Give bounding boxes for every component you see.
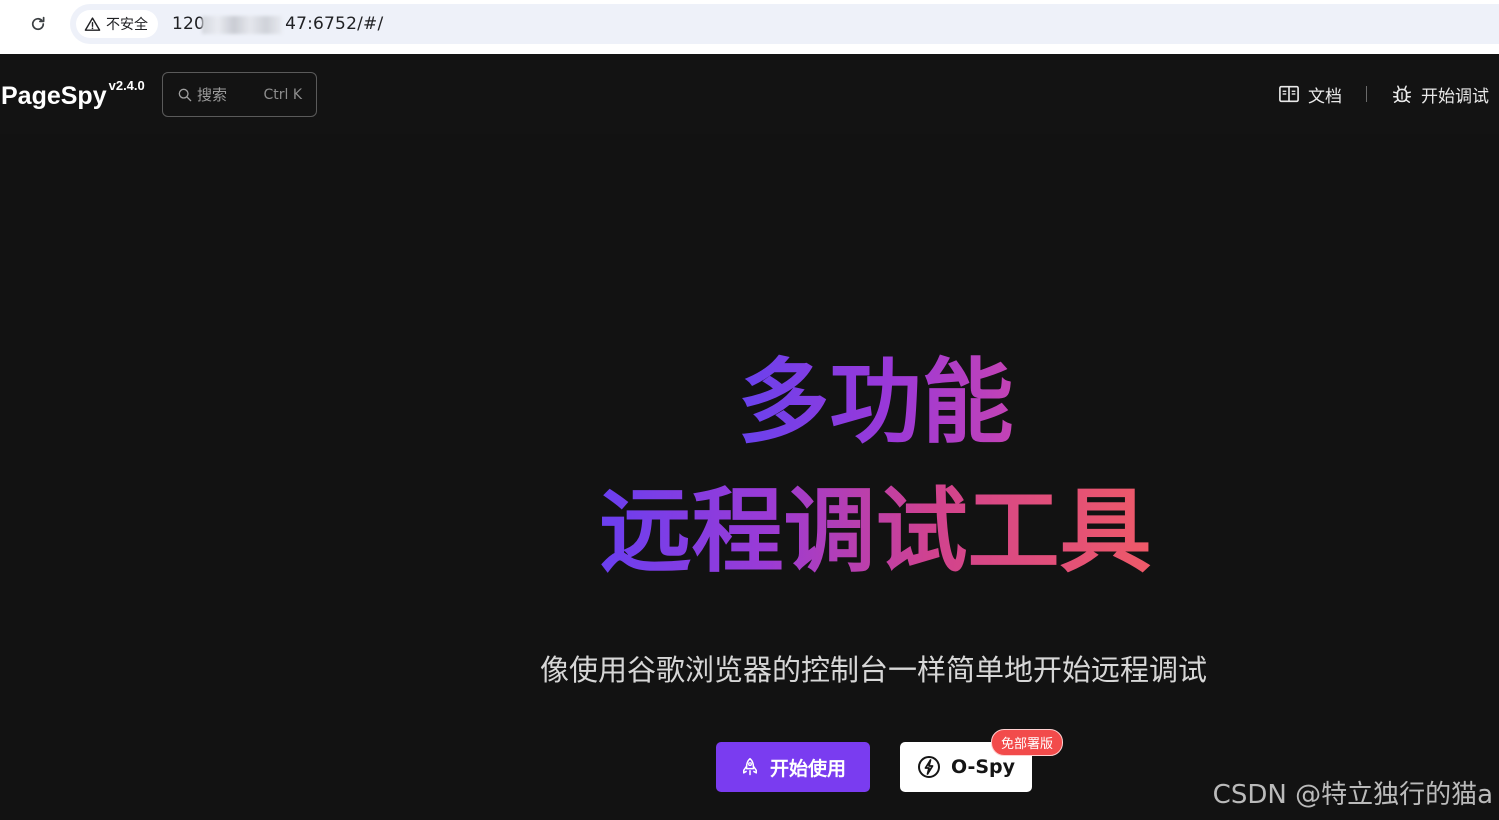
nav-link-docs-label: 文档 <box>1308 86 1342 107</box>
nav-link-docs[interactable]: 文档 <box>1278 82 1342 107</box>
address-bar[interactable]: 不安全 120 47:6752/#/ <box>70 4 1499 44</box>
reload-button[interactable] <box>24 10 52 38</box>
search-button[interactable]: 搜索 Ctrl K <box>162 72 317 117</box>
rocket-icon <box>742 757 757 776</box>
navbar: PageSpy v2.4.0 搜索 Ctrl K 文档 开始调试 <box>0 54 1499 134</box>
hero-title-line1-text: 多功能 <box>737 349 1014 456</box>
search-shortcut: Ctrl K <box>263 86 302 103</box>
hero-title-line2: 远程调试工具 <box>0 476 1499 588</box>
nav-links: 文档 开始调试 <box>1278 76 1489 112</box>
get-started-label: 开始使用 <box>769 757 846 780</box>
o-spy-logo-icon <box>917 756 940 778</box>
url-suffix: 47:6752/#/ <box>285 14 384 34</box>
security-label: 不安全 <box>106 17 148 33</box>
brand-version: v2.4.0 <box>108 78 145 93</box>
brand-name: PageSpy <box>1 82 107 110</box>
o-spy-label: O-Spy <box>950 756 1016 778</box>
brand-logo[interactable]: PageSpy v2.4.0 <box>1 76 145 116</box>
get-started-button[interactable]: 开始使用 <box>716 742 870 792</box>
book-icon <box>1279 85 1299 103</box>
warning-icon <box>84 16 101 31</box>
url-redaction <box>202 16 282 34</box>
nav-link-start-debug[interactable]: 开始调试 <box>1391 82 1489 107</box>
search-placeholder: 搜索 <box>197 86 228 104</box>
bug-icon <box>1393 85 1411 103</box>
url-prefix: 120 <box>172 14 206 34</box>
hero-title-line2-text: 远程调试工具 <box>599 478 1152 585</box>
nav-link-start-debug-label: 开始调试 <box>1421 86 1489 107</box>
nav-divider <box>1366 86 1367 102</box>
browser-toolbar: 不安全 120 47:6752/#/ <box>0 0 1499 54</box>
reload-icon <box>31 16 45 31</box>
csdn-watermark: CSDN @特立独行的猫a <box>1212 780 1493 810</box>
hero-subtitle: 像使用谷歌浏览器的控制台一样简单地开始远程调试 <box>539 653 1207 687</box>
security-indicator[interactable]: 不安全 <box>76 10 158 38</box>
hero-title-line1: 多功能 <box>0 348 1499 458</box>
no-deploy-badge: 免部署版 <box>991 729 1064 756</box>
search-icon <box>178 88 192 101</box>
